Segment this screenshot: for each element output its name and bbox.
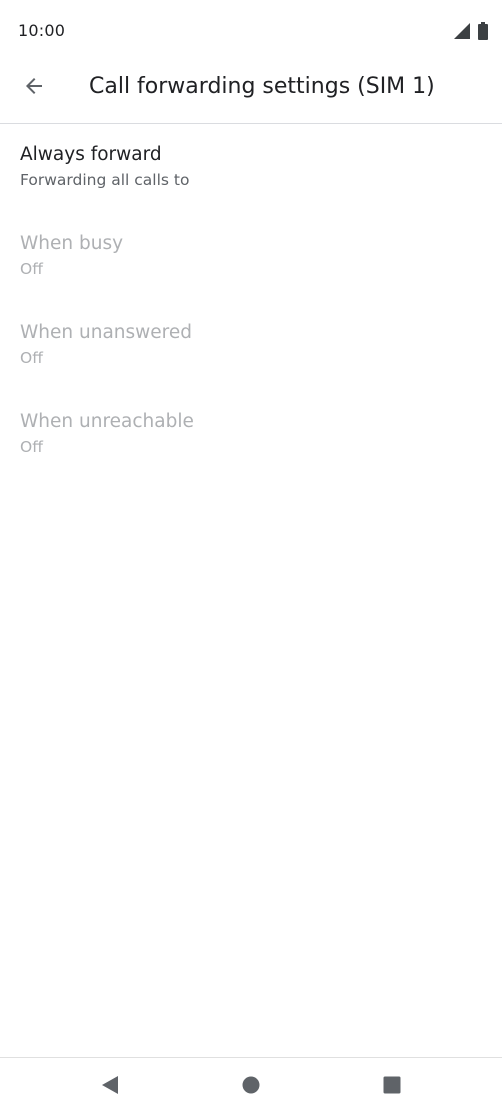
status-bar: 10:00 <box>0 0 502 62</box>
pref-title: When busy <box>20 233 124 254</box>
back-button[interactable] <box>14 68 54 108</box>
pref-summary: Forwarding all calls to <box>20 171 190 189</box>
pref-title: When unanswered <box>20 322 192 343</box>
pref-always-forward[interactable]: Always forward Forwarding all calls to <box>0 124 502 213</box>
nav-home-icon <box>241 1075 261 1099</box>
call-forwarding-list: Always forward Forwarding all calls to W… <box>0 124 502 480</box>
navigation-bar <box>0 1057 502 1116</box>
status-icons <box>454 22 488 44</box>
nav-back-button[interactable] <box>98 1075 122 1099</box>
arrow-back-icon <box>22 74 46 102</box>
pref-title: When unreachable <box>20 411 194 432</box>
pref-title: Always forward <box>20 144 162 165</box>
nav-recents-button[interactable] <box>380 1075 404 1099</box>
battery-icon <box>478 22 488 44</box>
cellular-signal-icon <box>454 23 470 43</box>
page-title: Call forwarding settings (SIM 1) <box>89 74 435 99</box>
pref-summary: Off <box>20 438 43 456</box>
pref-summary: Off <box>20 260 43 278</box>
pref-when-busy: When busy Off <box>0 213 502 302</box>
status-time: 10:00 <box>18 21 66 40</box>
app-bar: Call forwarding settings (SIM 1) <box>0 62 502 124</box>
nav-home-button[interactable] <box>239 1075 263 1099</box>
pref-when-unanswered: When unanswered Off <box>0 302 502 391</box>
pref-summary: Off <box>20 349 43 367</box>
pref-when-unreachable: When unreachable Off <box>0 391 502 480</box>
nav-back-icon <box>100 1075 120 1099</box>
nav-recents-icon <box>382 1075 402 1099</box>
